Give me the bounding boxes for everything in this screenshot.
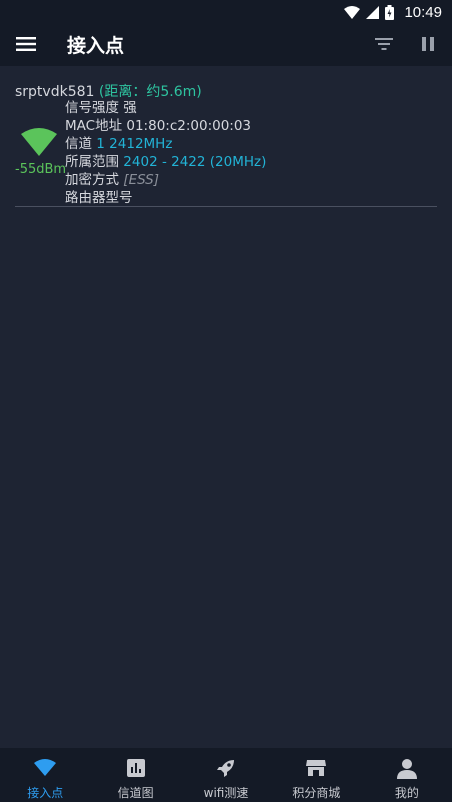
range-label: 所属范围 (65, 154, 119, 170)
nav-item-points-store[interactable]: 积分商城 (271, 748, 361, 802)
ap-details: 信号强度 强 MAC地址 01:80:c2:00:00:03 信道 1 2412… (65, 99, 266, 207)
wifi-icon (34, 759, 57, 776)
mac-value: 01:80:c2:00:00:03 (126, 118, 252, 134)
nav-label: 积分商城 (292, 786, 341, 800)
access-point-list: srptvdk581 (距离：约5.6m) -55dBm 信号强度 强 MAC地… (0, 66, 452, 207)
encryption-value: [ESS] (123, 172, 160, 188)
status-bar: 10:49 (0, 0, 452, 24)
nav-label: wifi测速 (203, 786, 249, 800)
encryption-label: 加密方式 (65, 172, 119, 188)
filter-icon[interactable] (374, 36, 394, 52)
encryption-row: 加密方式 [ESS] (65, 171, 266, 189)
cell-signal-icon (366, 5, 380, 19)
wifi-signal-icon (21, 128, 57, 156)
bar-chart-icon (126, 759, 145, 777)
mac-label: MAC地址 (65, 118, 123, 134)
signal-dbm: -55dBm (15, 162, 67, 177)
nav-label: 信道图 (117, 786, 154, 800)
rocket-icon (217, 760, 235, 777)
nav-item-me[interactable]: 我的 (362, 748, 452, 802)
wifi-icon (344, 5, 361, 19)
access-point-item[interactable]: srptvdk581 (距离：约5.6m) -55dBm 信号强度 强 MAC地… (15, 66, 437, 207)
battery-icon (385, 4, 395, 20)
range-value: 2402 - 2422 (20MHz) (123, 154, 267, 170)
menu-icon[interactable] (16, 36, 36, 52)
nav-item-access-points[interactable]: 接入点 (0, 748, 90, 802)
router-label: 路由器型号 (65, 190, 133, 206)
page-title: 接入点 (67, 35, 125, 57)
bottom-nav: 接入点 信道图 wifi测速 积分商城 我的 (0, 748, 452, 802)
range-row: 所属范围 2402 - 2422 (20MHz) (65, 153, 266, 171)
status-time: 10:49 (404, 3, 442, 21)
signal-strength-row: 信号强度 强 (65, 99, 266, 117)
signal-strength-value: 强 (123, 100, 137, 116)
channel-row: 信道 1 2412MHz (65, 135, 266, 153)
store-icon (306, 760, 327, 776)
nav-label: 接入点 (27, 786, 64, 800)
ssid-line: srptvdk581 (距离：约5.6m) (15, 81, 202, 101)
channel-label: 信道 (65, 136, 92, 152)
distance: (距离：约5.6m) (98, 84, 202, 100)
person-icon (396, 759, 417, 779)
nav-item-wifi-speed-test[interactable]: wifi测速 (181, 748, 271, 802)
channel-value: 1 2412MHz (96, 136, 173, 152)
ssid: srptvdk581 (15, 84, 95, 100)
router-row: 路由器型号 (65, 189, 266, 207)
nav-label: 我的 (394, 786, 419, 800)
mac-row: MAC地址 01:80:c2:00:00:03 (65, 117, 266, 135)
app-bar: 接入点 (0, 24, 452, 66)
signal-strength-label: 信号强度 (65, 100, 119, 116)
pause-icon[interactable] (420, 36, 436, 52)
nav-item-channel-graph[interactable]: 信道图 (90, 748, 180, 802)
